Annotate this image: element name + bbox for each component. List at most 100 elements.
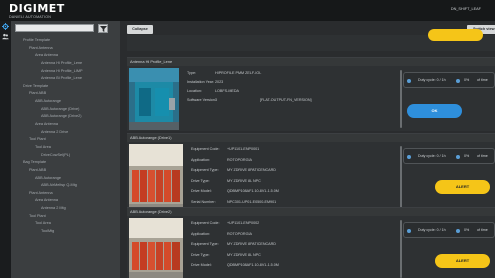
equipment-photo — [129, 68, 179, 130]
equipment-photo — [129, 218, 183, 278]
property-value: NPC301-UP01-E0500-EM901 — [227, 199, 277, 204]
tree-list: Profile Template Plant Antenna Area Antenn… — [11, 37, 120, 236]
property-value: +UP1101-ENP0001 — [227, 147, 260, 151]
info-icon — [407, 229, 411, 233]
property-value: +UP1101-ENP0002 — [227, 221, 260, 225]
tree-item[interactable]: Drive Template — [11, 83, 120, 91]
main-content: Collapse Switch view Antenna Hi Profile_… — [120, 21, 495, 278]
tree-item[interactable]: Tool Area — [11, 220, 120, 228]
property-label: Equipment Code: — [191, 147, 220, 151]
property-label: Software Version: — [187, 98, 216, 102]
tree-item[interactable]: ABB AirMeltsp Q-Mtg — [11, 182, 120, 190]
tree-item[interactable]: Antenna Hi Profile_Lene — [11, 60, 120, 68]
left-rail — [0, 21, 11, 278]
property-label: Application: — [191, 157, 211, 162]
duty-cycle-text: Duty cycle: 0 / 1h — [418, 154, 446, 158]
duty-of-time: of time — [477, 78, 488, 82]
property-label: Drive Model: — [191, 263, 212, 267]
property-value: MY ZDRIVE 8PATICENCARD — [227, 168, 276, 172]
tree-item[interactable]: Plant Antenna — [11, 190, 120, 198]
software-version-extra: [FLAT-OUTPUT-FN_VERSION] — [260, 98, 312, 102]
tree-search-input[interactable] — [15, 24, 94, 32]
property-value: QDBMP108AF1.10-8V1-1.5.0M — [227, 189, 279, 193]
tree-item[interactable]: Antenna Bi Profile_Lene — [11, 75, 120, 83]
funnel-icon — [100, 26, 107, 32]
duty-cycle-text: Duty cycle: 0 / 1h — [418, 78, 446, 82]
equipment-card: Antenna Hi Profile_Lene Type: HIPROFILE P… — [127, 57, 495, 131]
tree-item[interactable]: Area Antenna — [11, 121, 120, 129]
tree-item[interactable]: Area Antenna — [11, 197, 120, 205]
equipment-photo — [129, 144, 183, 216]
property-value: MY ZDRIVE 8L NPC — [227, 252, 261, 257]
property-label: Equipment Type: — [191, 168, 219, 172]
property-value: 3 — [215, 98, 218, 102]
property-value: MY ZDRIVE 8PATICENCARD — [227, 242, 276, 246]
info-icon — [407, 79, 411, 83]
user-name[interactable]: DN_SHIFT_LEAF — [451, 7, 481, 11]
tree-item[interactable]: Plant ABB — [11, 167, 120, 175]
tree-item[interactable]: ABB Autorange — [11, 175, 120, 183]
percent-icon — [456, 79, 460, 83]
property-value: ROTOPORGIA — [227, 231, 252, 236]
info-icon — [407, 155, 411, 159]
property-label: Serial Number: — [191, 199, 216, 204]
alert-button[interactable]: ALERT — [435, 254, 490, 268]
property-value: ROTOPORGIA — [227, 157, 252, 162]
property-value: MY ZDRIVE 8L NPC — [227, 178, 261, 183]
tree-item[interactable]: Tool Plant — [11, 136, 120, 144]
users-icon[interactable] — [2, 33, 9, 40]
property-value: HIPROFILE PMM ZELF-IOL — [215, 71, 262, 75]
brand-subtitle: DANIELI AUTOMATION — [9, 15, 52, 19]
gear-icon[interactable] — [2, 23, 9, 30]
tree-item[interactable]: Area Antenna — [11, 52, 120, 60]
tree-item[interactable]: Plant Antenna — [11, 45, 120, 53]
tree-filter-button[interactable] — [98, 24, 108, 33]
card-title: ABB Autorange (Drive2) — [127, 208, 495, 216]
tree-item[interactable]: ABB Autorange — [11, 98, 120, 106]
tree-item[interactable]: Bag Template — [11, 159, 120, 167]
duty-cycle-box: Duty cycle: 0 / 1h 0% of time — [403, 72, 495, 88]
tree-item[interactable]: Tool Area — [11, 144, 120, 152]
duty-of-time: of time — [477, 154, 488, 158]
duty-cycle-box: Duty cycle: 0 / 1h 0% of time — [403, 148, 495, 164]
tree-item[interactable]: ToolMtg — [11, 228, 120, 236]
duty-cycle-text: Duty cycle: 0 / 1h — [418, 228, 446, 232]
equipment-card: ABB Autorange (Drive2) Equipment Code: +U… — [127, 207, 495, 278]
property-label: Equipment Code: — [191, 221, 220, 225]
duty-percent: 0% — [464, 78, 470, 82]
property-label: Application: — [191, 231, 211, 236]
percent-icon — [456, 229, 460, 233]
tree-item[interactable]: Tool Plant — [11, 213, 120, 221]
property-label: Equipment Type: — [191, 242, 219, 246]
duty-cycle-box: Duty cycle: 0 / 1h 0% of time — [403, 222, 495, 238]
ok-button[interactable]: OK — [407, 104, 462, 118]
tree-item[interactable]: Antenna 2 Drive — [11, 129, 120, 137]
alert-button[interactable]: ALERT — [435, 180, 490, 194]
property-label: Drive Type: — [191, 178, 210, 183]
tree-item[interactable]: ABB Autorange (Drive2) — [11, 113, 120, 121]
tree-item[interactable]: Profile Template — [11, 37, 120, 45]
percent-icon — [456, 155, 460, 159]
tree-item[interactable]: Antenna Hi Profile_LIMP — [11, 68, 120, 76]
card-scrollbar[interactable] — [400, 70, 402, 128]
tree-item[interactable]: Antenna 2 Mtg — [11, 205, 120, 213]
property-value: 2023 — [215, 80, 224, 84]
card-scrollbar[interactable] — [400, 220, 402, 278]
top-header: DIGIMET DANIELI AUTOMATION DN_SHIFT_LEAF — [0, 0, 495, 21]
partial-alert-button[interactable] — [428, 29, 483, 41]
collapse-button[interactable]: Collapse — [127, 25, 153, 34]
tree-item[interactable]: ABB Autorange (Drive) — [11, 106, 120, 114]
property-label: Drive Type: — [191, 252, 210, 257]
brand-name: DIGIMET — [9, 2, 65, 15]
tree-item[interactable]: DriveCowSel(PL) — [11, 152, 120, 160]
brand-logo: DIGIMET DANIELI AUTOMATION — [9, 3, 65, 19]
property-value: LOBFS-MEDA — [215, 89, 239, 93]
property-label: Drive Model: — [191, 189, 212, 193]
tree-item[interactable]: Plant ABB — [11, 90, 120, 98]
property-label: Type: — [187, 71, 197, 75]
property-value: QDBMP108AF1.10-8V1-1.5.0M — [227, 263, 279, 267]
card-scrollbar[interactable] — [400, 146, 402, 216]
duty-percent: 0% — [464, 154, 470, 158]
property-label: Installation Year: — [187, 80, 215, 84]
card-title: ABB Autorange (Drive1) — [127, 134, 495, 142]
